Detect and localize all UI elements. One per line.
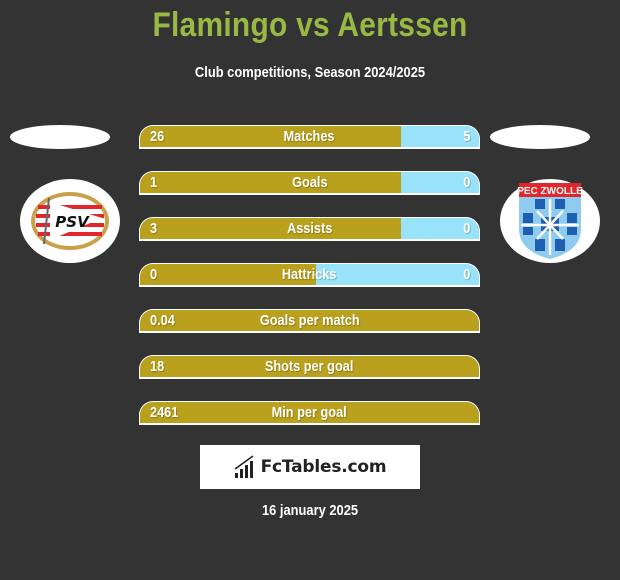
right-value: 0 — [462, 266, 470, 283]
left-value: 26 — [150, 128, 165, 145]
left-value: 18 — [150, 358, 165, 375]
bar-chart-icon — [234, 455, 254, 478]
stat-row-assists: Assists 3 0 — [139, 217, 480, 241]
report-date: 16 january 2025 — [261, 502, 359, 519]
fctables-brand-link[interactable]: FcTables.com — [200, 445, 420, 489]
left-value: 0.04 — [150, 312, 175, 329]
stat-row-matches: Matches 26 5 — [139, 125, 480, 149]
right-value: 5 — [462, 128, 470, 145]
svg-text:PSV: PSV — [55, 213, 90, 231]
stat-label: Min per goal — [271, 404, 348, 421]
page-title: Flamingo vs Aertssen — [152, 6, 468, 44]
right-value: 0 — [462, 174, 470, 191]
left-value: 1 — [150, 174, 158, 191]
stat-label: Matches — [283, 128, 336, 145]
competition-subtitle: Club competitions, Season 2024/2025 — [194, 64, 426, 81]
stat-label: Assists — [286, 220, 333, 237]
stat-row-min-per-goal: Min per goal 2461 — [139, 401, 480, 425]
stat-label: Goals — [291, 174, 328, 191]
svg-text:PEC ZWOLLE: PEC ZWOLLE — [517, 186, 583, 197]
left-team-name-placeholder — [10, 125, 110, 149]
left-team-logo[interactable]: PSV — [20, 179, 120, 263]
stat-label: Shots per goal — [265, 358, 354, 375]
right-value: 0 — [462, 220, 470, 237]
pec-zwolle-crest-icon: PEC ZWOLLE — [517, 183, 583, 259]
stat-row-hattricks: Hattricks 0 0 — [139, 263, 480, 287]
brand-name: FcTables.com — [260, 457, 387, 477]
left-value: 2461 — [150, 404, 179, 421]
stat-row-goals: Goals 1 0 — [139, 171, 480, 195]
left-value: 3 — [150, 220, 158, 237]
right-team-logo[interactable]: PEC ZWOLLE — [500, 179, 600, 263]
stat-label: Goals per match — [259, 312, 360, 329]
psv-crest-icon: PSV — [31, 192, 109, 250]
stat-row-goals-per-match: Goals per match 0.04 — [139, 309, 480, 333]
left-value: 0 — [150, 266, 158, 283]
stat-label: Hattricks — [282, 266, 337, 283]
stat-row-shots-per-goal: Shots per goal 18 — [139, 355, 480, 379]
right-team-name-placeholder — [490, 125, 590, 149]
